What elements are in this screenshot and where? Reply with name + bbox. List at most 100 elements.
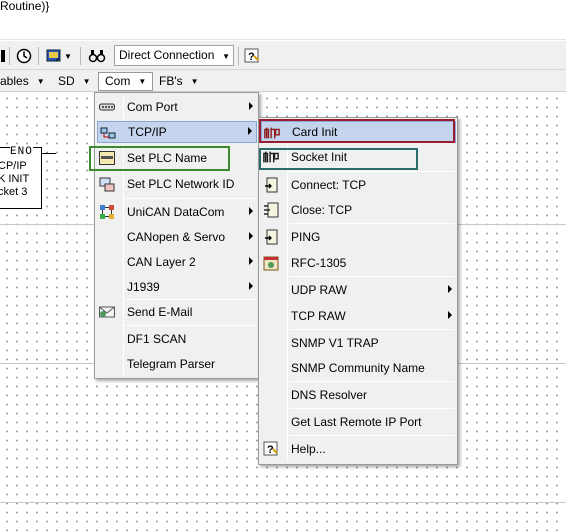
menu-item-telegram-parser[interactable]: Telegram Parser bbox=[97, 353, 257, 375]
menu-item-tcpip[interactable]: TCP/IP bbox=[97, 121, 257, 143]
function-menubar: ables ▼ SD ▼ Com ▼ FB's ▼ bbox=[0, 70, 566, 92]
menu-item-set-plc-name[interactable]: Set PLC Name bbox=[97, 147, 257, 169]
menu-item-snmp-community-name[interactable]: SNMP Community Name bbox=[261, 357, 456, 379]
menubar-item-label: Com bbox=[105, 74, 131, 88]
fb-eno-label: ENO bbox=[10, 146, 33, 159]
toolbar-separator bbox=[80, 47, 81, 65]
chevron-right-icon bbox=[249, 207, 253, 215]
com-menu: Com Port TCP/IP Set PLC Name Set PLC Net… bbox=[94, 92, 259, 379]
menu-item-rfc-1305[interactable]: RFC-1305 bbox=[261, 252, 456, 274]
chevron-down-icon: ▼ bbox=[138, 77, 147, 86]
menu-item-label: CANopen & Servo bbox=[127, 230, 226, 244]
menubar-item-sd[interactable]: SD ▼ bbox=[58, 73, 91, 89]
menubar-item-label: SD bbox=[58, 74, 75, 88]
help-icon: ? bbox=[263, 441, 279, 457]
menu-item-get-last-remote-ip-port[interactable]: Get Last Remote IP Port bbox=[261, 411, 456, 433]
menu-item-label: Set PLC Name bbox=[127, 151, 208, 165]
menu-item-socket-init[interactable]: Socket Init bbox=[261, 146, 456, 168]
menu-item-label: DNS Resolver bbox=[291, 388, 368, 402]
menu-item-help[interactable]: ? Help... bbox=[261, 438, 456, 460]
card-init-icon bbox=[264, 125, 280, 141]
menu-item-canopen-servo[interactable]: CANopen & Servo bbox=[97, 226, 257, 248]
menu-item-label: TCP RAW bbox=[291, 309, 346, 323]
close-tcp-icon bbox=[263, 202, 279, 218]
window-title-text: Routine)} bbox=[0, 0, 50, 13]
toolbar-separator bbox=[38, 47, 39, 65]
menu-item-label: PING bbox=[291, 230, 321, 244]
menu-item-dns-resolver[interactable]: DNS Resolver bbox=[261, 384, 456, 406]
plc-name-icon bbox=[99, 150, 115, 166]
menu-separator bbox=[289, 223, 455, 224]
menu-item-label: CAN Layer 2 bbox=[127, 255, 196, 269]
menu-item-label: SNMP V1 TRAP bbox=[291, 336, 379, 350]
fb-line: K INIT bbox=[0, 173, 30, 185]
chevron-down-icon: ▼ bbox=[36, 77, 45, 86]
toolbar: ▼ Direct Connection ▼ ? bbox=[0, 40, 566, 70]
ping-icon bbox=[263, 229, 279, 245]
menu-item-label: Get Last Remote IP Port bbox=[291, 415, 422, 429]
menu-item-label: Com Port bbox=[127, 100, 178, 114]
menu-item-card-init[interactable]: Card Init bbox=[261, 121, 456, 143]
menubar-item-label: ables bbox=[0, 74, 29, 88]
menu-item-can-layer-2[interactable]: CAN Layer 2 bbox=[97, 251, 257, 273]
chevron-down-icon: ▼ bbox=[222, 52, 230, 61]
serial-port-icon bbox=[99, 99, 115, 115]
menu-item-send-email[interactable]: Send E-Mail bbox=[97, 301, 257, 323]
menubar-item-com[interactable]: Com ▼ bbox=[98, 72, 154, 91]
menu-item-label: Telegram Parser bbox=[127, 357, 216, 371]
connection-select[interactable]: Direct Connection ▼ bbox=[114, 45, 234, 66]
menu-item-label: DF1 SCAN bbox=[127, 332, 187, 346]
download-icon[interactable]: ▼ bbox=[44, 46, 74, 66]
menu-separator bbox=[289, 381, 455, 382]
menu-item-df1-scan[interactable]: DF1 SCAN bbox=[97, 328, 257, 350]
menubar-item-tables[interactable]: ables ▼ bbox=[0, 73, 45, 89]
help-pointer-icon[interactable]: ? bbox=[242, 46, 262, 66]
menu-separator bbox=[289, 171, 455, 172]
menu-item-label: J1939 bbox=[127, 280, 160, 294]
menu-item-com-port[interactable]: Com Port bbox=[97, 96, 257, 118]
socket-init-icon bbox=[263, 149, 279, 165]
menu-item-set-plc-network-id[interactable]: Set PLC Network ID bbox=[97, 173, 257, 195]
menu-item-label: Connect: TCP bbox=[291, 178, 367, 192]
menu-separator bbox=[125, 299, 256, 300]
menu-item-label: UniCAN DataCom bbox=[127, 205, 225, 219]
unican-icon bbox=[99, 204, 115, 220]
menu-item-ping[interactable]: PING bbox=[261, 226, 456, 248]
network-icon bbox=[100, 125, 116, 141]
rfc-icon bbox=[263, 255, 279, 271]
menu-separator bbox=[289, 408, 455, 409]
chevron-right-icon bbox=[448, 285, 452, 293]
menu-item-udp-raw[interactable]: UDP RAW bbox=[261, 279, 456, 301]
menubar-item-label: FB's bbox=[159, 74, 183, 88]
menu-separator bbox=[289, 329, 455, 330]
menu-item-connect-tcp[interactable]: Connect: TCP bbox=[261, 174, 456, 196]
toolbar-edge bbox=[0, 46, 6, 66]
menu-item-label: Send E-Mail bbox=[127, 305, 193, 319]
network-id-icon bbox=[99, 176, 115, 192]
menu-item-tcp-raw[interactable]: TCP RAW bbox=[261, 305, 456, 327]
function-block[interactable]: ENO CP/IP K INIT cket 3 bbox=[0, 146, 42, 209]
menu-item-label: UDP RAW bbox=[291, 283, 348, 297]
toolbar-separator bbox=[238, 47, 239, 65]
menu-item-label: Card Init bbox=[292, 125, 338, 139]
menu-item-label: RFC-1305 bbox=[291, 256, 347, 270]
email-icon bbox=[99, 304, 115, 320]
menu-item-snmp-v1-trap[interactable]: SNMP V1 TRAP bbox=[261, 332, 456, 354]
toolbar-separator bbox=[9, 47, 10, 65]
chevron-right-icon bbox=[448, 311, 452, 319]
connect-tcp-icon bbox=[263, 177, 279, 193]
chevron-down-icon: ▼ bbox=[190, 77, 199, 86]
menu-item-j1939[interactable]: J1939 bbox=[97, 276, 257, 298]
menu-separator bbox=[125, 198, 256, 199]
menubar-item-fbs[interactable]: FB's ▼ bbox=[159, 73, 199, 89]
menu-item-unican-datacom[interactable]: UniCAN DataCom bbox=[97, 201, 257, 223]
menu-band bbox=[0, 14, 566, 40]
clock-icon[interactable] bbox=[14, 46, 34, 66]
menu-item-close-tcp[interactable]: Close: TCP bbox=[261, 199, 456, 221]
chevron-right-icon bbox=[248, 127, 252, 135]
binoculars-icon[interactable] bbox=[85, 46, 109, 66]
menu-separator bbox=[289, 435, 455, 436]
menu-item-label: Socket Init bbox=[291, 150, 348, 164]
chevron-down-icon: ▼ bbox=[82, 77, 91, 86]
rung-divider bbox=[0, 502, 566, 503]
